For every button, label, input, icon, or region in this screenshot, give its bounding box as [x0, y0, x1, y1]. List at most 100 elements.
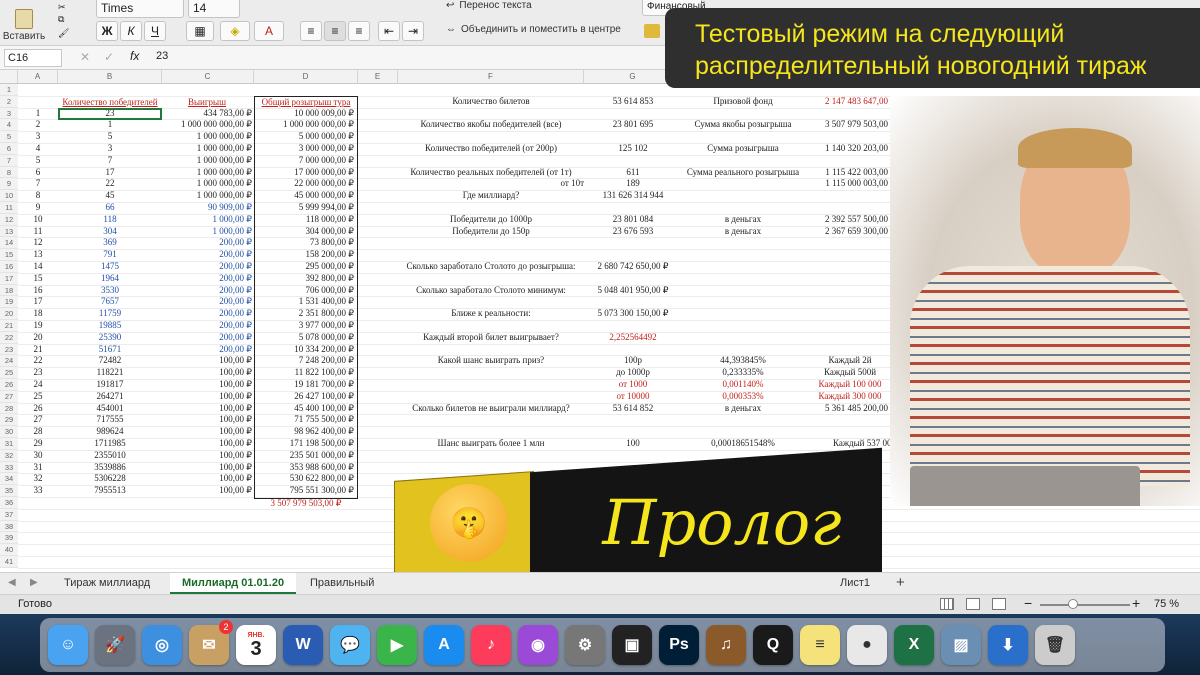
chance-2-every[interactable]: Каждый 500й: [804, 367, 896, 379]
table-row-22-index[interactable]: 22: [18, 355, 58, 367]
app-store-icon[interactable]: A: [424, 625, 464, 665]
row-header-34[interactable]: 34: [0, 473, 18, 486]
table-row-27-prize[interactable]: 100,00 ₽: [162, 414, 252, 426]
table-row-2-index[interactable]: 2: [18, 119, 58, 131]
tab-milliard-010120[interactable]: Миллиард 01.01.20: [170, 573, 297, 594]
stat-real-draw-sum-label[interactable]: Сумма реального розыгрыша: [682, 167, 804, 179]
row-header-10[interactable]: 10: [0, 190, 18, 202]
increase-indent-button[interactable]: ⇥: [402, 21, 424, 41]
chance-2-tier[interactable]: до 1000р: [584, 367, 682, 379]
column-header-b[interactable]: B: [58, 70, 162, 84]
table-row-6-winners[interactable]: 17: [58, 167, 162, 179]
stat-supposed-winners-label[interactable]: Количество якобы победителей (все): [398, 119, 584, 131]
table-row-8-index[interactable]: 8: [18, 190, 58, 202]
stat-real-winners-label[interactable]: Количество реальных победителей (от 1т): [398, 167, 584, 179]
column-header-a[interactable]: A: [18, 70, 58, 84]
table-row-31-winners[interactable]: 3539886: [58, 462, 162, 474]
messages-icon[interactable]: 💬: [330, 625, 370, 665]
table-row-5-winners[interactable]: 7: [58, 155, 162, 167]
table-row-8-winners[interactable]: 45: [58, 190, 162, 202]
stat-every-second[interactable]: 2,252564492: [584, 332, 682, 344]
table-row-21-winners[interactable]: 51671: [58, 344, 162, 356]
table-row-24-prize[interactable]: 100,00 ₽: [162, 379, 252, 391]
borders-button[interactable]: ▦: [186, 21, 214, 41]
safari-icon[interactable]: ◎: [142, 625, 182, 665]
name-box[interactable]: C16: [4, 49, 62, 67]
align-right-button[interactable]: ≡: [348, 21, 370, 41]
table-row-25-prize[interactable]: 100,00 ₽: [162, 391, 252, 403]
stat-tickets-label[interactable]: Количество билетов: [398, 96, 584, 108]
table-row-19-index[interactable]: 19: [18, 320, 58, 332]
final-cut-icon[interactable]: ▣: [612, 625, 652, 665]
row-header-25[interactable]: 25: [0, 367, 18, 379]
stat-chance-label[interactable]: Какой шанс выиграть приз?: [398, 355, 584, 367]
row-header-11[interactable]: 11: [0, 202, 18, 214]
row-header-2[interactable]: 2: [0, 95, 18, 108]
table-row-25-index[interactable]: 25: [18, 391, 58, 403]
table-row-26-winners[interactable]: 454001: [58, 403, 162, 415]
table-row-14-winners[interactable]: 1475: [58, 261, 162, 273]
currency-icon[interactable]: [644, 24, 660, 38]
column-header-d[interactable]: D: [254, 70, 358, 84]
table-row-28-prize[interactable]: 100,00 ₽: [162, 426, 252, 438]
table-row-10-winners[interactable]: 118: [58, 214, 162, 226]
quicktime-icon[interactable]: Q: [753, 625, 793, 665]
table-row-29-index[interactable]: 29: [18, 438, 58, 450]
paste-button[interactable]: Вставить: [3, 4, 45, 42]
chance-4-every[interactable]: Каждый 300 000: [804, 391, 896, 403]
table-row-1-prize[interactable]: 434 783,00 ₽: [162, 108, 252, 120]
row-header-1[interactable]: 1: [0, 84, 18, 96]
row-header-14[interactable]: 14: [0, 237, 18, 250]
table-row-33-index[interactable]: 33: [18, 485, 58, 497]
chance-3-percent[interactable]: 0,001140%: [682, 379, 804, 391]
row-header-12[interactable]: 12: [0, 213, 18, 226]
row-header-8[interactable]: 8: [0, 166, 18, 179]
stat-winners-150-label[interactable]: Победители до 150р: [398, 226, 584, 238]
font-name-select[interactable]: Times: [96, 0, 184, 18]
table-row-7-winners[interactable]: 22: [58, 178, 162, 190]
table-row-31-index[interactable]: 31: [18, 462, 58, 474]
stat-closer[interactable]: 5 073 300 150,00 ₽: [584, 308, 682, 320]
row-header-41[interactable]: 41: [0, 556, 18, 568]
row-header-35[interactable]: 35: [0, 485, 18, 497]
trash-icon[interactable]: 🗑: [1035, 625, 1075, 665]
table-row-3-index[interactable]: 3: [18, 131, 58, 143]
header-prize[interactable]: Выигрыш: [162, 97, 252, 109]
podcasts-icon[interactable]: ◉: [518, 625, 558, 665]
column-header-f[interactable]: F: [398, 70, 584, 84]
calendar-icon[interactable]: ЯНВ. 3: [236, 625, 276, 665]
decrease-indent-button[interactable]: ⇤: [378, 21, 400, 41]
row-header-4[interactable]: 4: [0, 119, 18, 132]
stat-billion-where[interactable]: 131 626 314 944: [584, 190, 682, 202]
formula-input[interactable]: 23: [156, 50, 168, 62]
table-row-12-index[interactable]: 12: [18, 237, 58, 249]
excel-icon[interactable]: X: [894, 625, 934, 665]
table-row-12-winners[interactable]: 369: [58, 237, 162, 249]
row-header-30[interactable]: 30: [0, 426, 18, 438]
stat-winners-150[interactable]: 23 676 593: [584, 226, 682, 238]
page-layout-icon[interactable]: [966, 598, 980, 610]
stat-winners-1000-label[interactable]: Победители до 1000р: [398, 214, 584, 226]
stat-not-won-sum[interactable]: 5 361 485 200,00 ₽: [804, 403, 896, 415]
stat-billion-where-label[interactable]: Где миллиард?: [398, 190, 584, 202]
row-header-6[interactable]: 6: [0, 143, 18, 155]
row-header-23[interactable]: 23: [0, 343, 18, 356]
table-row-13-prize[interactable]: 200,00 ₽: [162, 249, 252, 261]
stat-winners-200-label[interactable]: Количество победителей (от 200р): [398, 143, 584, 155]
zoom-slider-thumb[interactable]: [1068, 599, 1078, 609]
table-row-18-index[interactable]: 18: [18, 308, 58, 320]
zoom-in-icon[interactable]: +: [1132, 595, 1140, 611]
table-row-9-prize[interactable]: 90 909,00 ₽: [162, 202, 252, 214]
table-row-25-winners[interactable]: 264271: [58, 391, 162, 403]
tab-prev-icon[interactable]: ◀: [8, 577, 16, 588]
stat-real-winners[interactable]: 611: [584, 167, 682, 179]
table-row-17-index[interactable]: 17: [18, 296, 58, 308]
table-row-2-prize[interactable]: 1 000 000 000,00 ₽: [162, 119, 252, 131]
table-row-18-winners[interactable]: 11759: [58, 308, 162, 320]
table-row-12-prize[interactable]: 200,00 ₽: [162, 237, 252, 249]
stat-supposed-sum[interactable]: 3 507 979 503,00 ₽: [804, 119, 896, 131]
table-row-5-index[interactable]: 5: [18, 155, 58, 167]
table-row-3-winners[interactable]: 5: [58, 131, 162, 143]
selected-cell[interactable]: [58, 108, 162, 120]
table-row-32-prize[interactable]: 100,00 ₽: [162, 473, 252, 485]
